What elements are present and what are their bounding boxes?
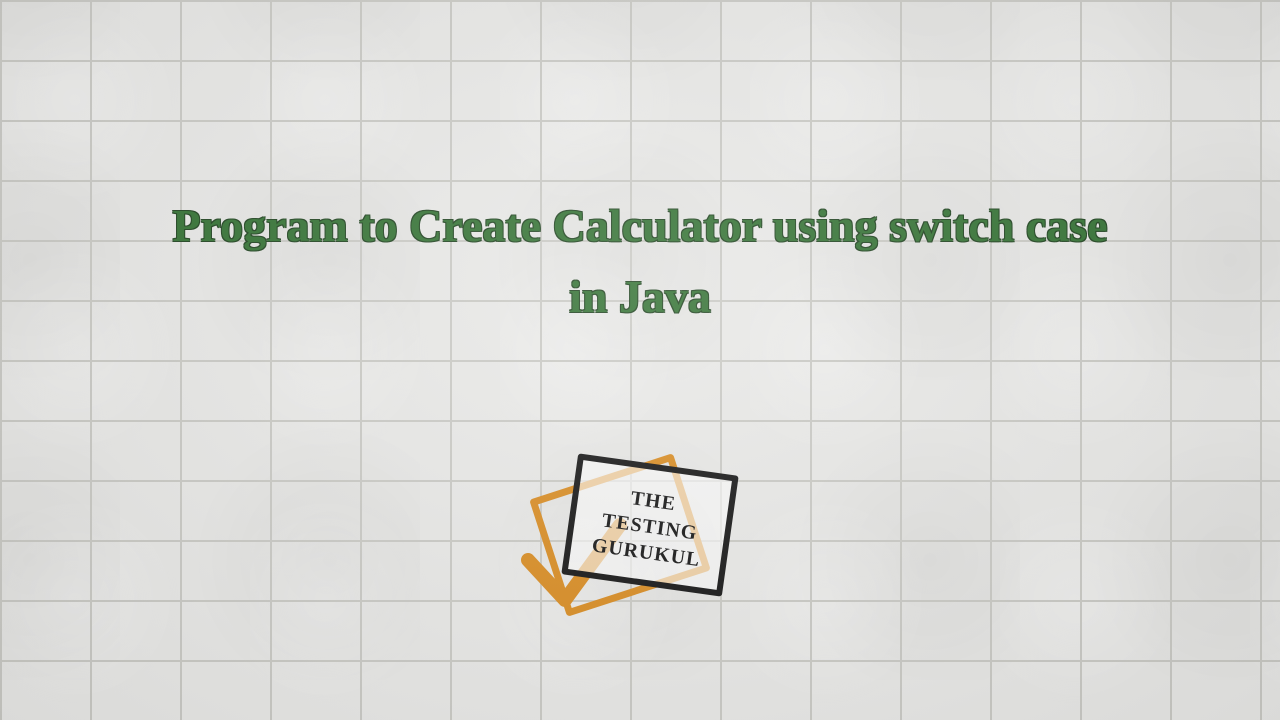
logo-svg: THE TESTING GURUKUL — [510, 430, 770, 630]
logo: THE TESTING GURUKUL — [510, 430, 770, 630]
slide-title-line1: Program to Create Calculator using switc… — [172, 200, 1107, 251]
logo-front-square: THE TESTING GURUKUL — [565, 457, 736, 594]
slide-title: Program to Create Calculator using switc… — [0, 190, 1280, 333]
slide-title-line2: in Java — [569, 271, 711, 322]
